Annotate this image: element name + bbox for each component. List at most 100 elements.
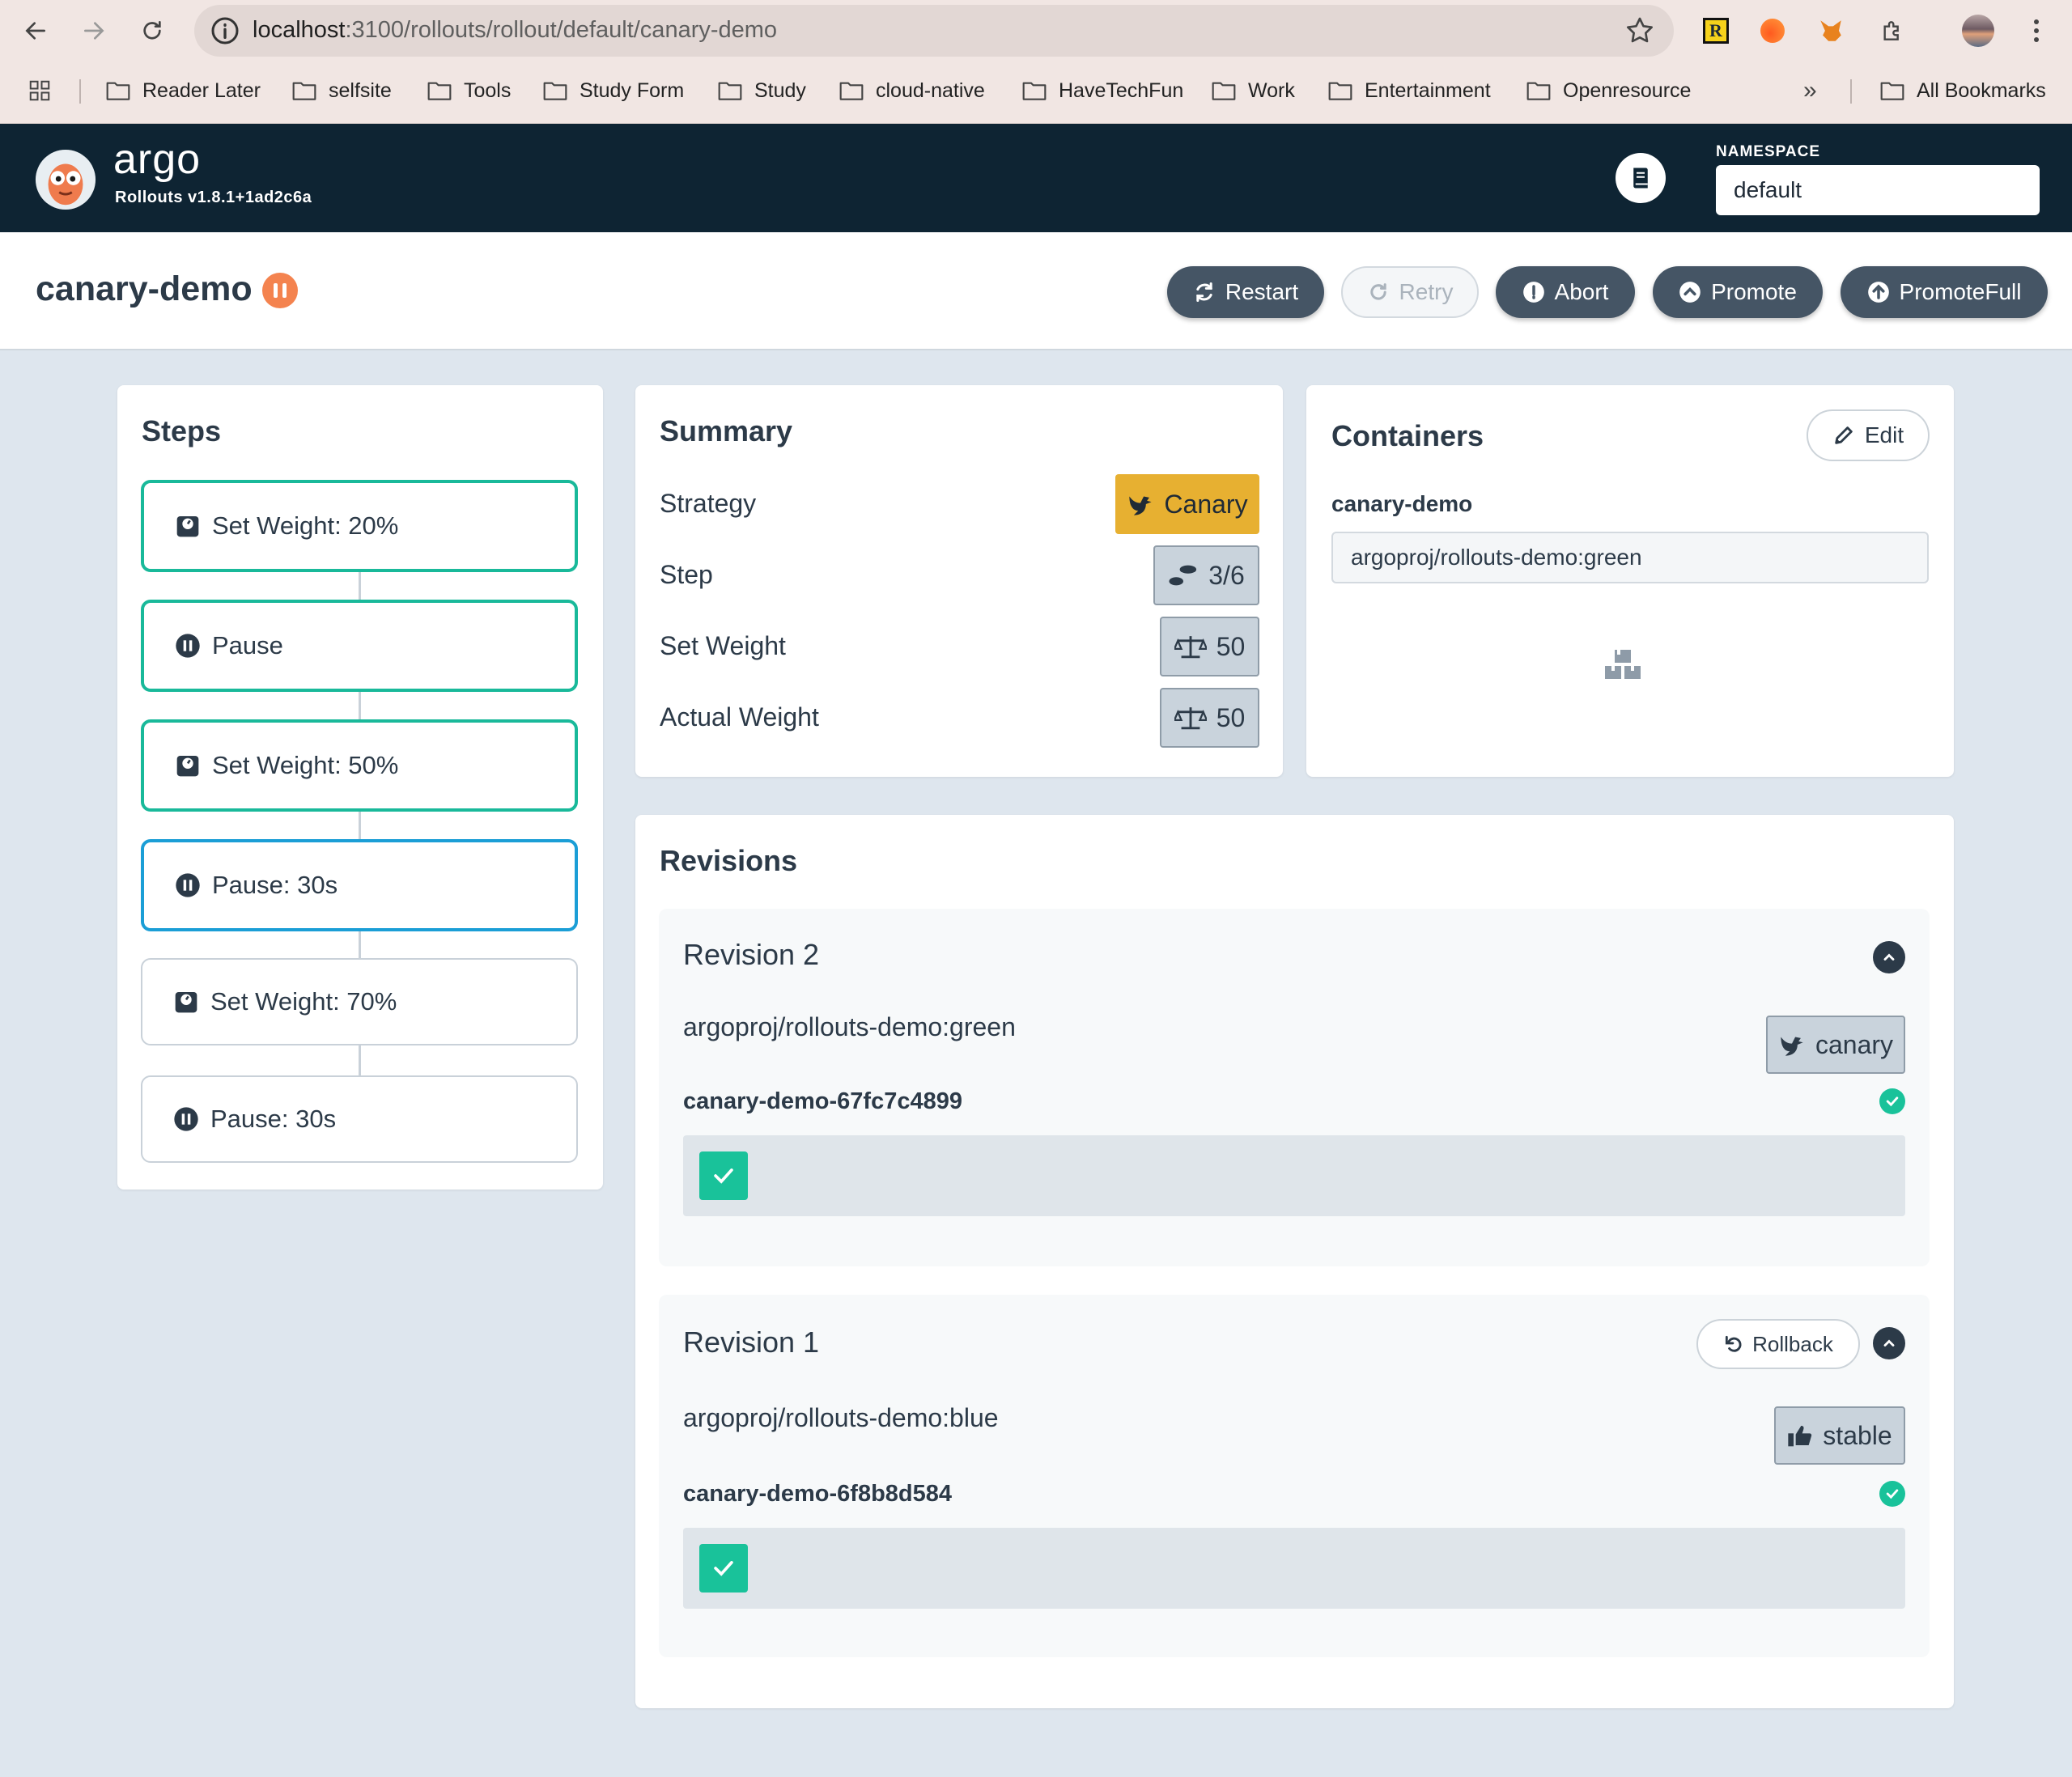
brand-name: argo	[113, 136, 202, 183]
step-item[interactable]: Pause	[141, 600, 578, 692]
bookmark-label: Openresource	[1563, 78, 1692, 102]
bookmark-label: Study Form	[580, 78, 685, 102]
argo-logo-icon[interactable]	[34, 148, 97, 211]
rollback-button[interactable]: Rollback	[1696, 1319, 1860, 1369]
retry-button[interactable]: Retry	[1341, 266, 1479, 318]
bird-icon	[1781, 1037, 1803, 1056]
collapse-revision-button[interactable]	[1873, 1327, 1905, 1359]
info-icon[interactable]	[209, 15, 241, 47]
bookmark-label: Work	[1248, 78, 1295, 102]
promote-button[interactable]: Promote	[1653, 266, 1823, 318]
bookmark-item[interactable]: Entertainment	[1327, 71, 1491, 110]
more-menu-icon[interactable]	[2019, 13, 2054, 49]
revision-tag: stable	[1823, 1420, 1892, 1450]
docs-button[interactable]	[1616, 153, 1666, 203]
all-bookmarks-button[interactable]: All Bookmarks	[1879, 71, 2046, 110]
bookmark-item[interactable]: HaveTechFun	[1021, 71, 1183, 110]
step-label: Set Weight: 70%	[210, 987, 397, 1016]
bookmark-label: cloud-native	[876, 78, 985, 102]
apps-grid-icon[interactable]	[28, 71, 52, 110]
summary-title: Summary	[660, 414, 793, 447]
step-item[interactable]: Pause: 30s	[141, 1075, 578, 1163]
strategy-label: Strategy	[660, 489, 757, 518]
namespace-input[interactable]	[1716, 165, 2040, 215]
reload-button[interactable]	[133, 11, 172, 50]
pause-icon	[176, 873, 200, 897]
revision-image: argoproj/rollouts-demo:blue	[683, 1403, 999, 1432]
rollout-name: canary-demo	[36, 269, 253, 308]
bookmark-item[interactable]: Work	[1211, 71, 1295, 110]
container-image-field[interactable]	[1331, 532, 1929, 583]
replicaset-name: canary-demo-67fc7c4899	[683, 1088, 962, 1114]
reload-icon	[143, 21, 161, 40]
set-weight-badge: 50	[1160, 617, 1259, 676]
abort-label: Abort	[1554, 279, 1609, 304]
restart-button[interactable]: Restart	[1167, 266, 1324, 318]
pod-healthy-icon[interactable]	[699, 1151, 748, 1200]
exclamation-circle-icon	[1522, 282, 1544, 303]
step-item[interactable]: Pause: 30s	[141, 839, 578, 931]
bookmark-item[interactable]: Tools	[427, 71, 511, 110]
rollout-title-bar: canary-demo Restart Retry Abort Promote …	[0, 232, 2072, 350]
revision-title: Revision 2	[683, 938, 820, 971]
pods-bar	[683, 1528, 1905, 1609]
promote-full-label: PromoteFull	[1899, 279, 2022, 304]
promote-full-button[interactable]: PromoteFull	[1841, 266, 2048, 318]
set-weight-value: 50	[1216, 631, 1246, 661]
pencil-icon	[1835, 426, 1853, 444]
abort-button[interactable]: Abort	[1496, 266, 1635, 318]
bookmark-item[interactable]: Reader Later	[105, 71, 261, 110]
healthy-status-icon	[1879, 1088, 1905, 1114]
folder-icon	[1022, 82, 1047, 100]
extension-r-icon[interactable]: R	[1698, 13, 1734, 49]
step-connector	[359, 572, 361, 600]
namespace-label: NAMESPACE	[1716, 143, 1820, 160]
strategy-value: Canary	[1164, 489, 1248, 519]
folder-icon	[106, 82, 130, 100]
folder-icon	[1880, 82, 1904, 100]
bookmark-label: selfsite	[329, 78, 392, 102]
revision-card: Revision 2 argoproj/rollouts-demo:green …	[659, 909, 1930, 1266]
container-name: canary-demo	[1331, 491, 1473, 516]
bookmark-label: Study	[754, 78, 806, 102]
url-text: localhost:3100/rollouts/rollout/default/…	[253, 17, 777, 44]
healthy-status-icon	[1879, 1481, 1905, 1507]
edit-containers-button[interactable]: Edit	[1807, 409, 1930, 461]
bookmarks-overflow-button[interactable]: »	[1803, 71, 1817, 110]
step-value: 3/6	[1208, 560, 1245, 590]
extension-fox-icon[interactable]	[1813, 13, 1849, 49]
pod-healthy-icon[interactable]	[699, 1544, 748, 1593]
pods-bar	[683, 1135, 1905, 1216]
step-connector	[359, 692, 361, 719]
bookmark-item[interactable]: cloud-native	[839, 71, 985, 110]
step-item[interactable]: Set Weight: 50%	[141, 719, 578, 812]
bookmark-item[interactable]: Openresource	[1526, 71, 1691, 110]
address-bar[interactable]: localhost:3100/rollouts/rollout/default/…	[194, 5, 1674, 57]
extension-flame-icon[interactable]	[1755, 13, 1790, 49]
star-icon[interactable]	[1624, 15, 1656, 47]
step-label: Step	[660, 560, 713, 589]
forward-button[interactable]	[74, 11, 113, 50]
back-button[interactable]	[16, 11, 55, 50]
actual-weight-badge: 50	[1160, 688, 1259, 748]
chevron-up-circle-icon	[1679, 282, 1700, 303]
folder-icon	[292, 82, 316, 100]
bookmarks-separator	[1850, 79, 1852, 104]
folder-icon	[839, 82, 864, 100]
step-item[interactable]: Set Weight: 20%	[141, 480, 578, 572]
rollback-label: Rollback	[1752, 1331, 1833, 1356]
bookmark-label: Tools	[464, 78, 512, 102]
collapse-revision-button[interactable]	[1873, 941, 1905, 973]
retry-label: Retry	[1399, 279, 1454, 304]
bookmark-item[interactable]: Study Form	[542, 71, 684, 110]
step-item[interactable]: Set Weight: 70%	[141, 958, 578, 1045]
folder-icon	[427, 82, 452, 100]
pause-icon	[174, 1107, 198, 1131]
step-label: Pause: 30s	[210, 1105, 337, 1133]
step-connector	[359, 931, 361, 958]
bookmark-item[interactable]: Study	[717, 71, 806, 110]
extensions-puzzle-icon[interactable]	[1875, 13, 1910, 49]
version-label: Rollouts v1.8.1+1ad2c6a	[115, 189, 312, 206]
profile-avatar[interactable]	[1960, 13, 1996, 49]
bookmark-item[interactable]: selfsite	[291, 71, 392, 110]
